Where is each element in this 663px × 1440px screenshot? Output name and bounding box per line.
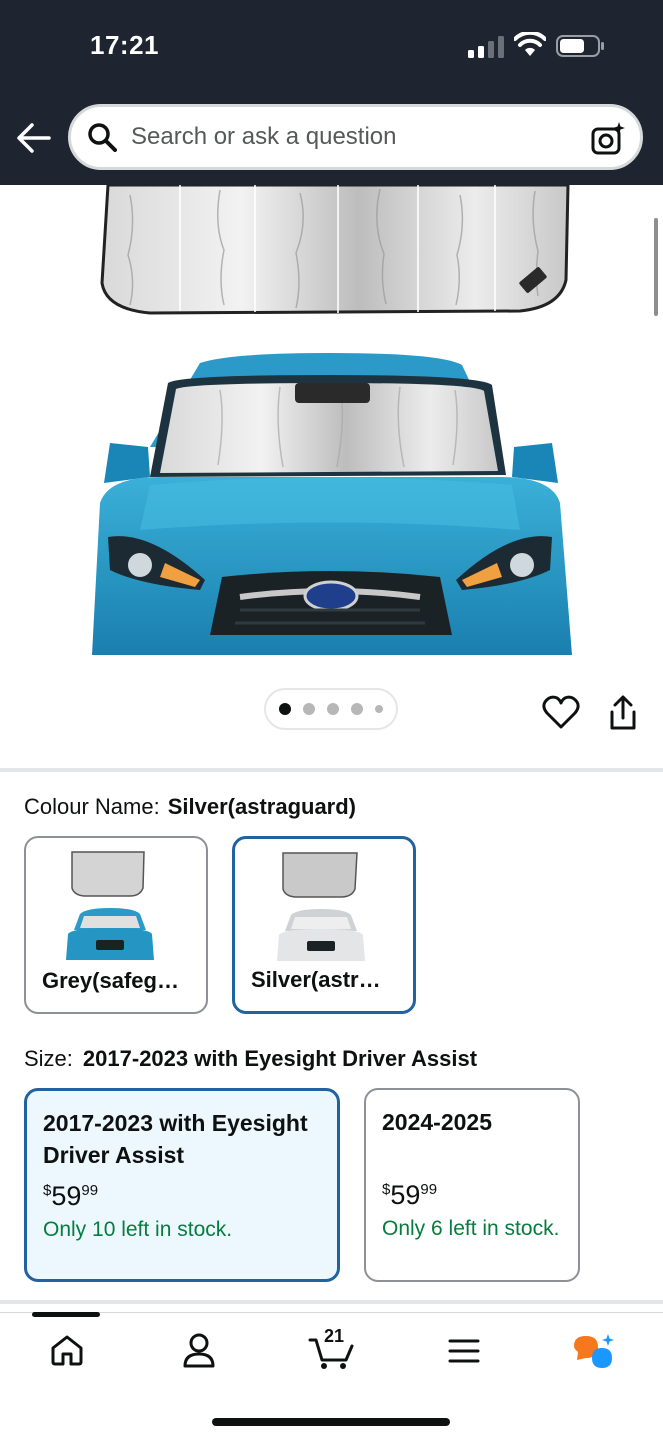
size-option-stock: Only 6 left in stock. bbox=[382, 1217, 560, 1240]
carousel-dot[interactable] bbox=[375, 705, 383, 713]
colour-option-thumbnail bbox=[277, 852, 365, 961]
carousel-dot[interactable] bbox=[327, 703, 339, 715]
cellular-signal-icon bbox=[468, 36, 504, 58]
wifi-icon bbox=[514, 32, 546, 56]
price-whole: 59 bbox=[390, 1180, 421, 1210]
share-icon[interactable] bbox=[606, 694, 640, 732]
size-option-price: $5999 bbox=[43, 1181, 321, 1212]
colour-option-label: Silver(astr… bbox=[251, 967, 381, 992]
carousel-dot[interactable] bbox=[303, 703, 315, 715]
home-icon[interactable] bbox=[50, 1334, 84, 1366]
section-divider bbox=[0, 1300, 663, 1304]
size-option-2017-2023[interactable]: 2017-2023 with Eyesight Driver Assist $5… bbox=[24, 1088, 340, 1282]
app-header: 17:21 bbox=[0, 0, 663, 185]
status-time: 17:21 bbox=[90, 30, 159, 60]
size-label: Size: bbox=[24, 1046, 73, 1071]
menu-icon[interactable] bbox=[448, 1338, 480, 1364]
search-input[interactable] bbox=[131, 123, 571, 151]
size-option-title: 2017-2023 with Eyesight Driver Assist bbox=[43, 1110, 308, 1168]
search-bar[interactable] bbox=[68, 104, 643, 170]
carousel-page-indicator[interactable] bbox=[264, 688, 398, 730]
colour-selected-value: Silver(astraguard) bbox=[167, 794, 357, 819]
battery-icon bbox=[556, 35, 604, 57]
carousel-dot[interactable] bbox=[279, 703, 291, 715]
back-arrow-icon[interactable] bbox=[16, 118, 52, 158]
price-whole: 59 bbox=[51, 1181, 82, 1211]
rufus-icon[interactable] bbox=[574, 1334, 616, 1370]
size-option-price: $5999 bbox=[382, 1180, 562, 1211]
price-fraction: 99 bbox=[420, 1181, 438, 1198]
colour-option-thumbnail bbox=[66, 851, 154, 960]
colour-label: Colour Name: bbox=[24, 794, 160, 819]
wishlist-heart-icon[interactable] bbox=[542, 694, 580, 730]
colour-option-label: Grey(safeg… bbox=[42, 968, 179, 993]
account-icon[interactable] bbox=[182, 1332, 216, 1368]
cart-count: 21 bbox=[324, 1326, 345, 1346]
colour-option-grey[interactable]: Grey(safeg… bbox=[24, 836, 208, 1014]
colour-name-row: Colour Name: Silver(astraguard) bbox=[24, 794, 356, 820]
active-tab-indicator bbox=[32, 1312, 100, 1317]
size-option-title: 2024-2025 bbox=[382, 1109, 492, 1135]
product-image bbox=[92, 185, 572, 655]
carousel-dot[interactable] bbox=[351, 703, 363, 715]
section-divider bbox=[0, 768, 663, 772]
scrollbar[interactable] bbox=[654, 218, 658, 316]
home-indicator[interactable] bbox=[212, 1418, 450, 1426]
search-icon bbox=[88, 123, 117, 152]
size-option-stock: Only 10 left in stock. bbox=[43, 1218, 233, 1241]
size-option-2024-2025[interactable]: 2024-2025 $5999 Only 6 left in stock. bbox=[364, 1088, 580, 1282]
size-row: Size: 2017-2023 with Eyesight Driver Assi… bbox=[24, 1046, 477, 1072]
colour-option-silver[interactable]: Silver(astr… bbox=[232, 836, 416, 1014]
camera-search-icon[interactable] bbox=[590, 121, 626, 157]
size-selected-value: 2017-2023 with Eyesight Driver Assist bbox=[82, 1046, 478, 1071]
price-fraction: 99 bbox=[81, 1182, 99, 1199]
product-image-carousel[interactable] bbox=[0, 185, 663, 770]
